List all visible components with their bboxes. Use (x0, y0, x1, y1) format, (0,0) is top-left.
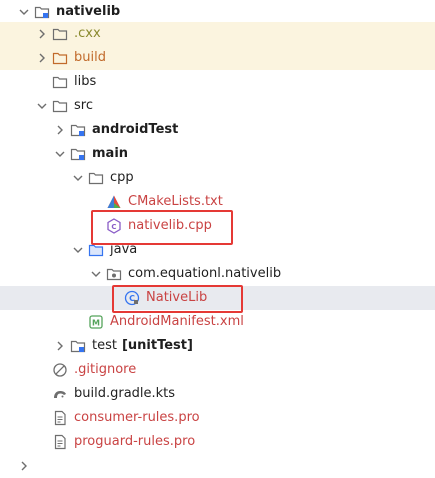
chevron-right-icon[interactable] (34, 26, 50, 42)
tree-label: com.equationl.nativelib (128, 266, 282, 281)
tree-label: proguard-rules.pro (74, 434, 196, 449)
svg-text:C: C (111, 223, 116, 231)
tree-row-test[interactable]: test [unitTest] (0, 334, 435, 358)
tree-row-src[interactable]: src (0, 94, 435, 118)
chevron-down-icon[interactable] (70, 170, 86, 186)
tree-row-cmakelists[interactable]: CMakeLists.txt (0, 190, 435, 214)
tree-row-gitignore[interactable]: .gitignore (0, 358, 435, 382)
file-icon (52, 434, 68, 450)
tree-row-cpp[interactable]: cpp (0, 166, 435, 190)
folder-icon (88, 170, 104, 186)
tree-row-main[interactable]: main (0, 142, 435, 166)
tree-label: cpp (110, 170, 134, 185)
tree-label: nativelib (56, 4, 121, 19)
tree-label: build (74, 50, 106, 65)
chevron-down-icon[interactable] (88, 266, 104, 282)
svg-text:M: M (92, 319, 100, 328)
tree-row-manifest[interactable]: M AndroidManifest.xml (0, 310, 435, 334)
chevron-right-icon[interactable] (52, 122, 68, 138)
chevron-right-icon[interactable] (34, 50, 50, 66)
tree-row-nativelib[interactable]: nativelib (0, 0, 435, 24)
tree-row-libs[interactable]: libs (0, 70, 435, 94)
tree-label: main (92, 146, 129, 161)
java-folder-icon (88, 242, 104, 258)
file-icon (52, 410, 68, 426)
gitignore-icon (52, 362, 68, 378)
tree-label: consumer-rules.pro (74, 410, 200, 425)
tree-label: CMakeLists.txt (128, 194, 223, 209)
module-folder-icon (70, 338, 86, 354)
chevron-right-icon[interactable] (52, 338, 68, 354)
tree-label: androidTest (92, 122, 179, 137)
tree-row-build-gradle[interactable]: build.gradle.kts (0, 382, 435, 406)
gradle-icon (52, 386, 68, 402)
folder-icon (52, 26, 68, 42)
tree-label: .cxx (74, 26, 101, 41)
tree-label: test (92, 338, 117, 353)
tree-row-cxx[interactable]: .cxx (0, 22, 435, 46)
tree-label: NativeLib (146, 290, 208, 305)
tree-row-java[interactable]: java (0, 238, 435, 262)
chevron-down-icon[interactable] (16, 4, 32, 20)
package-icon (106, 266, 122, 282)
tree-label: libs (74, 74, 97, 89)
tree-label: build.gradle.kts (74, 386, 176, 401)
folder-icon (52, 50, 68, 66)
tree-label: AndroidManifest.xml (110, 314, 244, 329)
module-folder-icon (70, 122, 86, 138)
module-folder-icon (34, 4, 50, 20)
chevron-down-icon[interactable] (52, 146, 68, 162)
tree-row-nativelib-class[interactable]: C NativeLib (0, 286, 435, 310)
class-icon: C (124, 290, 140, 306)
chevron-down-icon[interactable] (70, 242, 86, 258)
cmake-icon (106, 194, 122, 210)
tree-row-partial[interactable] (0, 454, 435, 478)
tree-row-build[interactable]: build (0, 46, 435, 70)
folder-icon (52, 98, 68, 114)
tree-row-package[interactable]: com.equationl.nativelib (0, 262, 435, 286)
chevron-right-icon[interactable] (16, 458, 32, 474)
tree-label: java (110, 242, 138, 257)
tree-row-proguard-rules[interactable]: proguard-rules.pro (0, 430, 435, 454)
tree-label: .gitignore (74, 362, 137, 377)
tree-row-androidtest[interactable]: androidTest (0, 118, 435, 142)
chevron-down-icon[interactable] (34, 98, 50, 114)
module-folder-icon (70, 146, 86, 162)
cpp-file-icon: C (106, 218, 122, 234)
tree-label-suffix: [unitTest] (121, 338, 193, 353)
tree-row-nativelib-cpp[interactable]: C nativelib.cpp (0, 214, 435, 238)
tree-label: nativelib.cpp (128, 218, 212, 233)
tree-label: src (74, 98, 93, 113)
tree-row-consumer-rules[interactable]: consumer-rules.pro (0, 406, 435, 430)
folder-icon (52, 74, 68, 90)
manifest-icon: M (88, 314, 104, 330)
